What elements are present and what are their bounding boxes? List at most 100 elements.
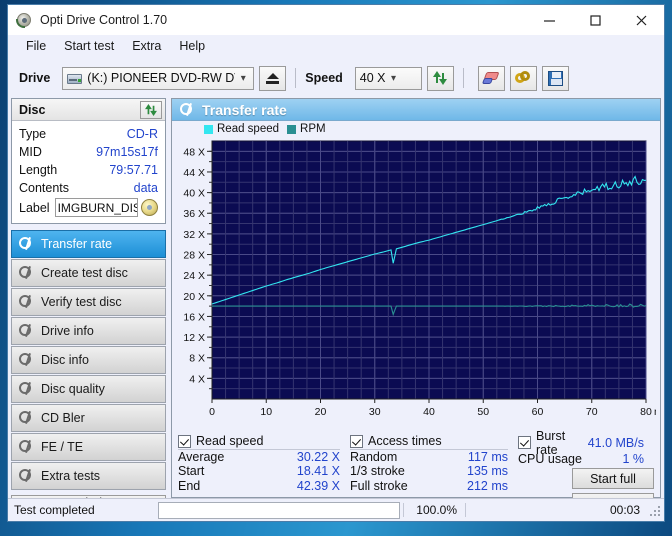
maximize-icon[interactable] bbox=[572, 5, 618, 35]
svg-text:16 X: 16 X bbox=[183, 311, 205, 323]
svg-text:4 X: 4 X bbox=[189, 373, 205, 385]
menu-item-extra[interactable]: Extra bbox=[123, 37, 170, 56]
sidebar-item-extra-tests[interactable]: Extra tests bbox=[11, 462, 166, 490]
sidebar-item-drive-info[interactable]: Drive info bbox=[11, 317, 166, 345]
sidebar-item-cd-bler[interactable]: CD Bler bbox=[11, 404, 166, 432]
result-key: CPU usage bbox=[518, 452, 582, 466]
sidebar-item-disc-quality[interactable]: Disc quality bbox=[11, 375, 166, 403]
disc-row-value: 79:57.71 bbox=[109, 163, 158, 177]
refresh-icon bbox=[432, 70, 448, 86]
main-body: Disc Type CD-R MID 97m15s17f Length 79:5… bbox=[8, 98, 664, 514]
save-button[interactable] bbox=[541, 65, 569, 91]
disc-info-icon bbox=[18, 352, 34, 368]
progress-percent: 100.0% bbox=[403, 503, 465, 517]
legend-label: RPM bbox=[300, 123, 326, 135]
extra-tests-icon bbox=[18, 468, 34, 484]
link-button[interactable] bbox=[509, 65, 537, 91]
menu-item-file[interactable]: File bbox=[17, 37, 55, 56]
sidebar-item-label: Extra tests bbox=[41, 469, 101, 483]
svg-text:28 X: 28 X bbox=[183, 250, 205, 262]
read-speed-header: Read speed bbox=[178, 434, 340, 450]
erase-button[interactable] bbox=[477, 65, 505, 91]
transfer-rate-chart: 4 X 8 X 12 X 16 X 20 X 24 X 28 X 32 X 36 X 40 X 44… bbox=[172, 137, 660, 429]
result-key: 1/3 stroke bbox=[350, 464, 405, 479]
result-key: Start bbox=[178, 464, 205, 479]
chevron-down-icon: ▾ bbox=[240, 72, 246, 84]
menu-item-help[interactable]: Help bbox=[170, 37, 214, 56]
window-controls bbox=[526, 5, 664, 35]
legend-swatch-read-speed bbox=[204, 124, 213, 134]
disc-row-key: Length bbox=[19, 163, 58, 177]
access-times-label: Access times bbox=[368, 434, 442, 448]
results-panel: Read speed Average 30.22 X Start 18.41 X… bbox=[172, 429, 660, 514]
svg-text:24 X: 24 X bbox=[183, 270, 205, 282]
disc-panel-header: Disc bbox=[12, 99, 165, 121]
speed-select[interactable]: 40 X ▾ bbox=[354, 66, 422, 90]
read-speed-label: Read speed bbox=[196, 434, 264, 448]
svg-text:80: 80 bbox=[640, 406, 652, 418]
disc-row-key: Type bbox=[19, 127, 47, 141]
disc-row-mid: MID 97m15s17f bbox=[19, 143, 158, 161]
app-disc-drive-icon bbox=[16, 12, 33, 29]
disc-panel-title: Disc bbox=[19, 102, 46, 117]
disc-row-key: Contents bbox=[19, 181, 70, 195]
close-icon[interactable] bbox=[618, 5, 664, 35]
transfer-rate-icon bbox=[179, 102, 195, 118]
sidebar-item-label: Create test disc bbox=[41, 266, 128, 280]
start-full-button[interactable]: Start full bbox=[572, 468, 654, 489]
legend-rpm: RPM bbox=[287, 123, 326, 135]
refresh-button[interactable] bbox=[426, 65, 454, 91]
chevron-down-icon: ▾ bbox=[391, 72, 397, 84]
burst-rate-header: Burst rate 41.0 MB/s bbox=[518, 429, 644, 457]
cd-disc-icon[interactable] bbox=[141, 199, 158, 216]
svg-text:70: 70 bbox=[586, 406, 598, 418]
drive-select[interactable]: (K:) PIONEER DVD-RW DVR-215D 1.22 ▾ bbox=[62, 66, 255, 90]
svg-text:min: min bbox=[654, 406, 656, 418]
svg-text:50: 50 bbox=[477, 406, 489, 418]
disc-row-key: MID bbox=[19, 145, 42, 159]
disc-label-input[interactable]: IMGBURN_DIS bbox=[54, 198, 138, 217]
sidebar-item-transfer-rate[interactable]: Transfer rate bbox=[11, 230, 166, 258]
sidebar-item-disc-info[interactable]: Disc info bbox=[11, 346, 166, 374]
svg-text:32 X: 32 X bbox=[183, 229, 205, 241]
drive-icon bbox=[67, 71, 83, 85]
access-times-checkbox[interactable] bbox=[350, 434, 363, 448]
status-text: Test completed bbox=[14, 503, 95, 517]
toolbar-divider-2 bbox=[462, 68, 464, 88]
disc-label-key: Label bbox=[19, 200, 50, 215]
sidebar-item-create-test-disc[interactable]: Create test disc bbox=[11, 259, 166, 287]
sidebar-item-label: Disc quality bbox=[41, 382, 105, 396]
minimize-icon[interactable] bbox=[526, 5, 572, 35]
create-test-disc-icon bbox=[18, 265, 34, 281]
cd-bler-icon bbox=[18, 410, 34, 426]
sidebar-item-fe-te[interactable]: FE / TE bbox=[11, 433, 166, 461]
svg-text:48 X: 48 X bbox=[183, 146, 205, 158]
sidebar-item-label: FE / TE bbox=[41, 440, 84, 454]
result-value: 30.22 X bbox=[296, 450, 340, 465]
result-value: 135 ms bbox=[467, 464, 508, 479]
chart-legend: Read speed RPM bbox=[172, 121, 660, 137]
result-row-cpu-usage: CPU usage 1 % bbox=[518, 452, 654, 466]
result-value: 1 % bbox=[622, 452, 644, 466]
result-key: Full stroke bbox=[350, 478, 408, 493]
results-read-speed: Read speed Average 30.22 X Start 18.41 X… bbox=[178, 434, 350, 493]
menu-item-start-test[interactable]: Start test bbox=[55, 37, 123, 56]
disc-info-rows: Type CD-R MID 97m15s17f Length 79:57.71 … bbox=[12, 121, 165, 223]
disc-info-panel: Disc Type CD-R MID 97m15s17f Length 79:5… bbox=[11, 98, 166, 224]
disc-refresh-button[interactable] bbox=[140, 100, 162, 119]
eject-button[interactable] bbox=[259, 65, 287, 91]
svg-text:0: 0 bbox=[209, 406, 215, 418]
burst-rate-checkbox[interactable] bbox=[518, 436, 531, 449]
progress-bar bbox=[158, 501, 400, 519]
legend-read-speed: Read speed bbox=[204, 123, 279, 135]
result-row-third-stroke: 1/3 stroke 135 ms bbox=[350, 464, 518, 478]
disc-quality-icon bbox=[18, 381, 34, 397]
result-row-end: End 42.39 X bbox=[178, 479, 350, 493]
resize-grip-icon[interactable] bbox=[650, 504, 662, 516]
elapsed-time: 00:03 bbox=[465, 503, 650, 517]
disc-row-value: 97m15s17f bbox=[96, 145, 158, 159]
sidebar-item-verify-test-disc[interactable]: Verify test disc bbox=[11, 288, 166, 316]
eraser-icon bbox=[482, 72, 500, 84]
read-speed-checkbox[interactable] bbox=[178, 434, 191, 448]
result-value: 18.41 X bbox=[296, 464, 340, 479]
